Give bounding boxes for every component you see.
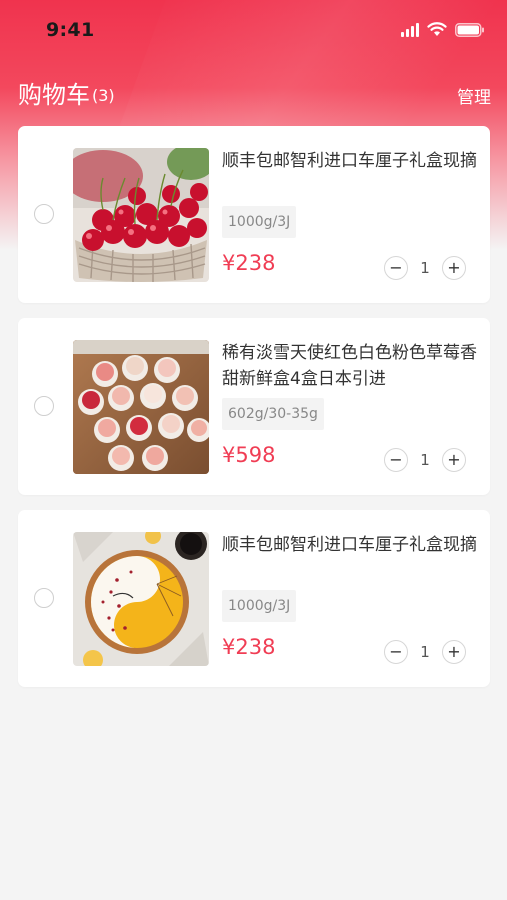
page-title: 购物车 (3) [18,75,115,110]
increase-quantity-button[interactable]: + [442,256,466,280]
manage-button[interactable]: 管理 [457,83,491,108]
status-bar: 9:41 [0,0,507,64]
status-time: 9:41 [46,19,95,41]
quantity-stepper: − 1 + [384,448,466,472]
select-item-checkbox[interactable] [34,588,54,608]
strawberries-image[interactable] [73,340,209,474]
product-name[interactable]: 顺丰包邮智利进口车厘子礼盒现摘 [222,148,484,174]
cart-screen: 9:41 购物车 (3) 管理 顺丰包邮智利进口车厘子礼盒现摘 1000g/3J… [0,0,507,900]
quantity-stepper: − 1 + [384,256,466,280]
product-price: ¥598 [222,443,276,467]
quantity-value[interactable]: 1 [408,259,442,277]
page-title-text: 购物车 [18,81,90,109]
cherries-image[interactable] [73,148,209,282]
quantity-stepper: − 1 + [384,640,466,664]
wifi-icon [427,22,447,37]
product-spec[interactable]: 602g/30-35g [222,398,324,430]
battery-icon [455,22,485,37]
product-price: ¥238 [222,251,276,275]
product-name[interactable]: 稀有淡雪天使红色白色粉色草莓香甜新鲜盒4盒日本引进 [222,340,484,392]
cart-count: (3) [92,86,115,105]
quantity-value[interactable]: 1 [408,643,442,661]
decrease-quantity-button[interactable]: − [384,256,408,280]
product-price: ¥238 [222,635,276,659]
signal-icon [401,22,419,37]
status-icons [401,22,485,37]
cart-item: 顺丰包邮智利进口车厘子礼盒现摘 1000g/3J ¥238 − 1 + [18,510,490,687]
cart-item: 顺丰包邮智利进口车厘子礼盒现摘 1000g/3J ¥238 − 1 + [18,126,490,303]
nav-header: 购物车 (3) 管理 [0,68,507,112]
increase-quantity-button[interactable]: + [442,448,466,472]
product-name[interactable]: 顺丰包邮智利进口车厘子礼盒现摘 [222,532,484,558]
decrease-quantity-button[interactable]: − [384,640,408,664]
product-spec[interactable]: 1000g/3J [222,206,297,238]
select-item-checkbox[interactable] [34,204,54,224]
product-spec[interactable]: 1000g/3J [222,590,297,622]
select-item-checkbox[interactable] [34,396,54,416]
decrease-quantity-button[interactable]: − [384,448,408,472]
increase-quantity-button[interactable]: + [442,640,466,664]
tart-image[interactable] [73,532,209,666]
cart-item: 稀有淡雪天使红色白色粉色草莓香甜新鲜盒4盒日本引进 602g/30-35g ¥5… [18,318,490,495]
quantity-value[interactable]: 1 [408,451,442,469]
